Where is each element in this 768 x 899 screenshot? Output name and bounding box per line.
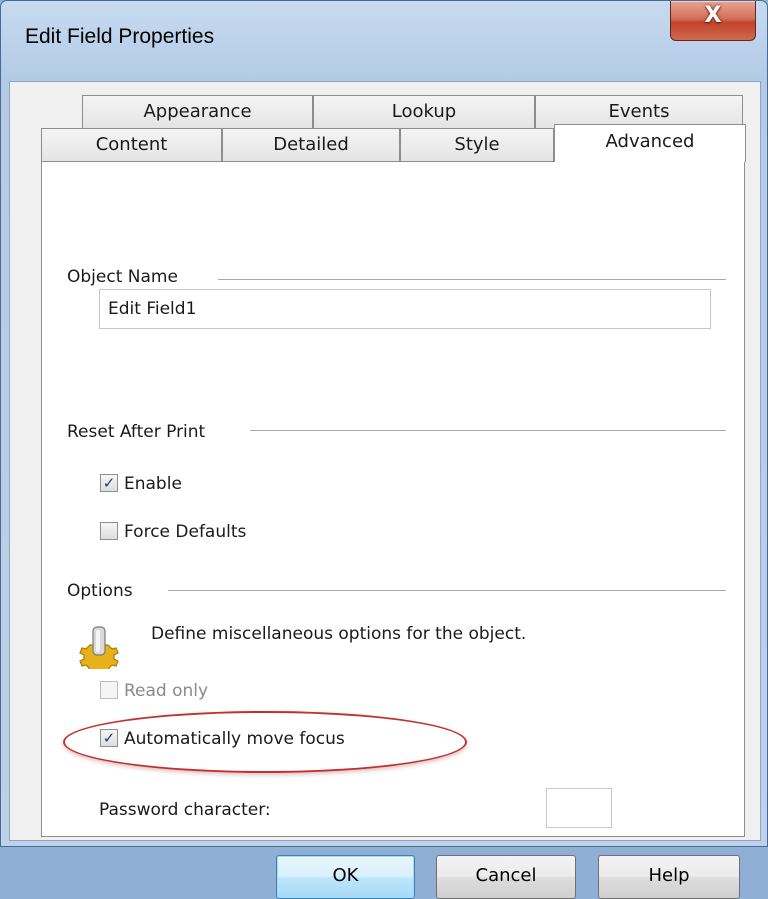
tab-style[interactable]: Style xyxy=(400,128,554,162)
options-group-label: Options xyxy=(67,581,133,601)
tab-label: Lookup xyxy=(391,101,457,122)
read-only-label: Read only xyxy=(124,681,209,701)
dialog-window: Edit Field Properties X Appearance Looku… xyxy=(0,0,768,899)
dialog-client-area: Appearance Lookup Events Content Detaile… xyxy=(9,81,761,899)
group-divider xyxy=(218,279,726,280)
auto-move-focus-label: Automatically move focus xyxy=(124,729,345,749)
auto-move-focus-checkbox[interactable]: ✓ xyxy=(100,729,118,747)
ok-label: OK xyxy=(332,865,359,886)
password-character-input[interactable] xyxy=(546,788,612,828)
password-character-label: Password character: xyxy=(99,800,271,820)
tab-label: Content xyxy=(95,134,168,155)
help-label: Help xyxy=(648,865,690,886)
ok-button[interactable]: OK xyxy=(276,855,415,899)
read-only-checkbox[interactable] xyxy=(100,681,118,699)
title-bar[interactable]: Edit Field Properties X xyxy=(1,1,767,89)
group-divider xyxy=(168,590,726,591)
tab-label: Style xyxy=(454,134,500,155)
tab-label: Detailed xyxy=(273,134,349,155)
help-button[interactable]: Help xyxy=(598,855,740,899)
enable-checkbox[interactable]: ✓ xyxy=(100,474,118,492)
object-name-group-label: Object Name xyxy=(67,267,178,287)
cancel-label: Cancel xyxy=(475,865,537,886)
advanced-tab-panel: Object Name Edit Field1 Reset After Prin… xyxy=(41,161,745,837)
tab-appearance[interactable]: Appearance xyxy=(82,95,313,129)
window-title: Edit Field Properties xyxy=(25,25,215,48)
tab-content[interactable]: Content xyxy=(41,128,222,162)
close-icon: X xyxy=(704,3,722,28)
tab-detailed[interactable]: Detailed xyxy=(222,128,400,162)
tab-label: Events xyxy=(608,101,670,122)
tab-lookup[interactable]: Lookup xyxy=(313,95,535,129)
tab-advanced[interactable]: Advanced xyxy=(554,124,746,162)
force-defaults-checkbox[interactable] xyxy=(100,522,118,540)
tab-label: Advanced xyxy=(605,131,695,152)
reset-after-print-group-label: Reset After Print xyxy=(67,422,206,442)
object-name-input[interactable]: Edit Field1 xyxy=(99,289,711,329)
group-divider xyxy=(250,430,726,431)
gear-info-icon xyxy=(79,626,119,669)
cancel-button[interactable]: Cancel xyxy=(436,855,576,899)
enable-label: Enable xyxy=(124,474,182,494)
close-button[interactable]: X xyxy=(670,1,756,41)
object-name-value: Edit Field1 xyxy=(108,299,197,319)
tab-label: Appearance xyxy=(143,101,252,122)
options-description: Define miscellaneous options for the obj… xyxy=(151,624,527,644)
force-defaults-label: Force Defaults xyxy=(124,522,247,542)
